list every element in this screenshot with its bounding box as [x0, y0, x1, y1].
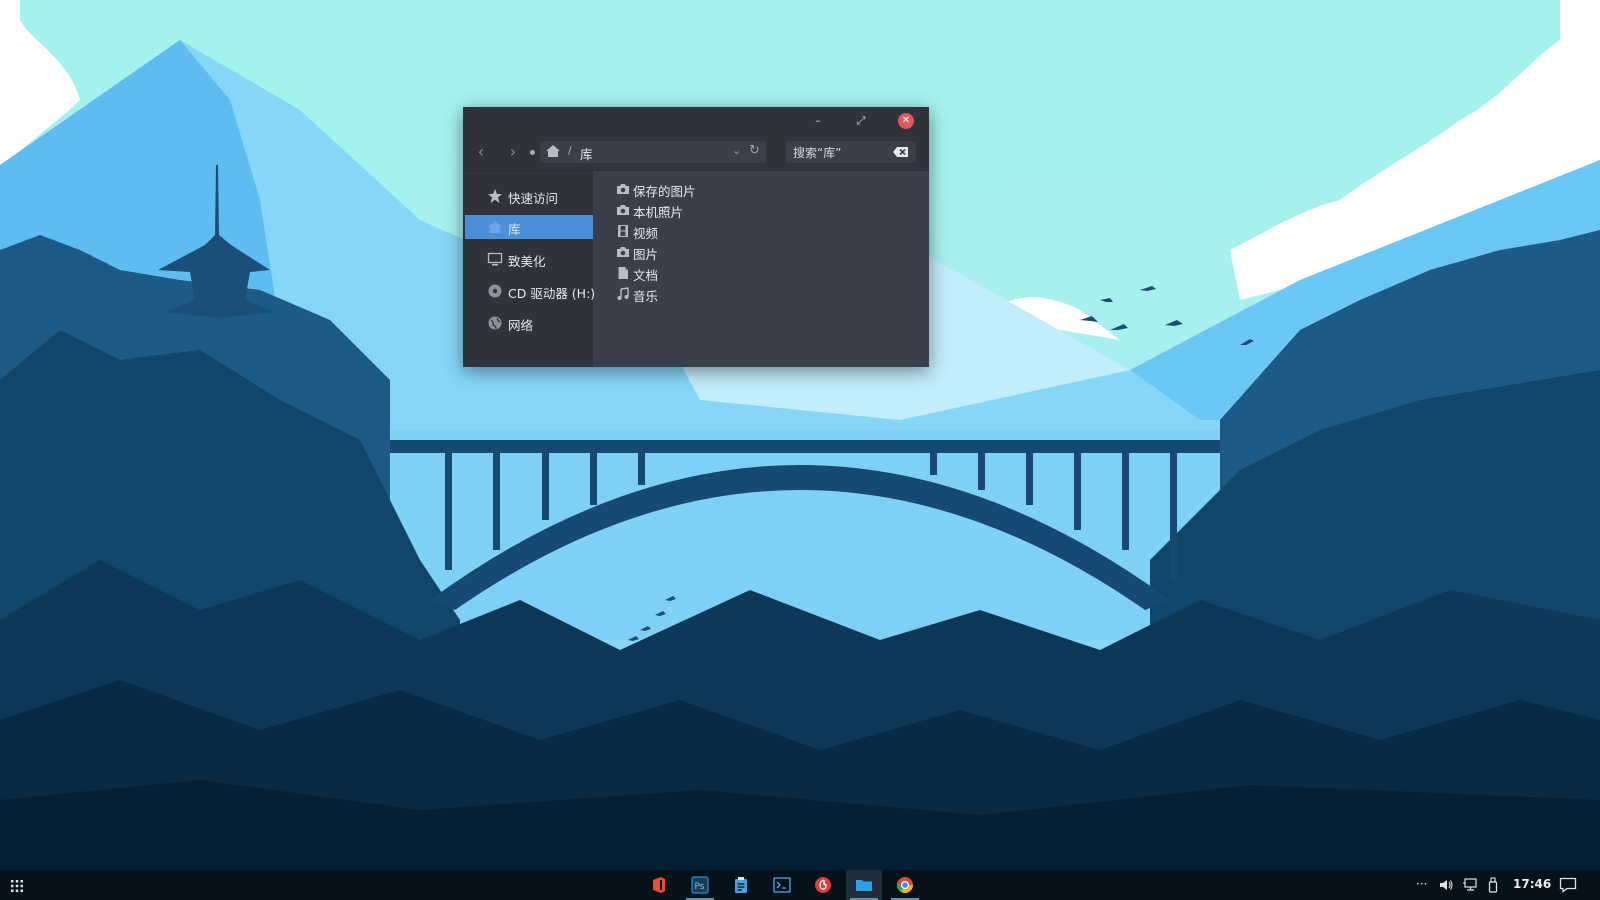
path-separator: /	[568, 144, 572, 157]
terminal-icon	[773, 877, 791, 893]
sidebar-item-cd-drive[interactable]: CD 驱动器 (H:)	[463, 279, 596, 303]
refresh-icon[interactable]: ↻	[749, 143, 760, 158]
office-icon	[653, 877, 665, 893]
title-bar[interactable]: – ⤢ ✕	[463, 107, 929, 136]
sidebar-item-label: 网络	[508, 318, 534, 333]
taskbar-clock[interactable]: 17:46	[1513, 877, 1551, 891]
chrome-icon	[896, 877, 913, 894]
notification-center-icon[interactable]	[1559, 877, 1577, 893]
clipboard-icon	[735, 877, 747, 893]
disc-icon	[487, 283, 503, 299]
file-manager-window: – ⤢ ✕ ‹ › / 库 ⌄ ↻ 搜索“库” 快速访问 库 致美化 CD 驱动…	[463, 107, 929, 367]
volume-icon[interactable]	[1438, 877, 1454, 893]
sidebar-item-network[interactable]: 网络	[463, 311, 593, 335]
sidebar-item-library[interactable]: 库	[465, 215, 593, 239]
tray-overflow-button[interactable]: ···	[1416, 877, 1427, 893]
home-icon[interactable]	[545, 144, 561, 161]
photoshop-icon: Ps	[691, 876, 709, 894]
usb-device-icon[interactable]	[1487, 877, 1499, 893]
file-label: 保存的图片	[633, 184, 696, 199]
taskbar-app-chrome[interactable]	[887, 870, 923, 900]
back-button[interactable]: ‹	[472, 143, 490, 161]
document-icon	[616, 266, 630, 280]
globe-icon	[487, 315, 503, 331]
sidebar-item-label: 库	[508, 222, 521, 237]
file-label: 本机照片	[633, 205, 684, 220]
svg-text:Ps: Ps	[695, 882, 705, 892]
file-label: 视频	[633, 226, 659, 241]
path-segment-library[interactable]: 库	[580, 144, 593, 163]
star-icon	[487, 188, 503, 204]
folder-icon	[856, 880, 872, 891]
file-list: 保存的图片 本机照片 视频 图片 文档 音乐	[594, 171, 929, 367]
close-button[interactable]: ✕	[898, 113, 914, 129]
music-icon	[616, 287, 630, 301]
search-input[interactable]: 搜索“库”	[786, 141, 916, 163]
sidebar-item-label: CD 驱动器 (H:)	[508, 286, 596, 301]
film-icon	[616, 224, 630, 238]
maximize-button[interactable]: ⤢	[853, 113, 869, 129]
taskbar-app-netease-music[interactable]	[805, 870, 841, 900]
breadcrumb-dot-icon	[530, 150, 535, 155]
file-label: 文档	[633, 268, 659, 283]
taskbar-app-photoshop[interactable]: Ps	[682, 870, 718, 900]
camera-icon	[616, 182, 630, 196]
taskbar: Ps ··· 17:46	[0, 870, 1600, 900]
chevron-down-icon[interactable]: ⌄	[732, 144, 741, 157]
minimize-button[interactable]: –	[810, 113, 826, 129]
app-launcher-grid-icon[interactable]	[10, 878, 24, 892]
taskbar-app-file-manager[interactable]	[846, 870, 882, 900]
address-bar[interactable]: / 库 ⌄ ↻	[540, 141, 766, 163]
file-label: 图片	[633, 247, 659, 262]
monitor-icon	[487, 251, 503, 267]
sidebar-item-label: 快速访问	[508, 191, 559, 206]
clear-search-icon[interactable]	[893, 146, 909, 161]
network-icon[interactable]	[1462, 877, 1478, 893]
search-placeholder: 搜索“库”	[793, 146, 842, 160]
sidebar-item-label: 致美化	[508, 254, 546, 269]
camera-icon	[616, 245, 630, 259]
toolbar: ‹ › / 库 ⌄ ↻ 搜索“库”	[463, 136, 929, 171]
sidebar-item-zhimeihua[interactable]: 致美化	[463, 247, 593, 271]
home-icon	[487, 219, 503, 235]
netease-music-icon	[815, 877, 831, 893]
taskbar-app-office[interactable]	[641, 870, 677, 900]
camera-icon	[616, 203, 630, 217]
file-label: 音乐	[633, 289, 659, 304]
forward-button[interactable]: ›	[504, 143, 522, 161]
taskbar-app-clipboard[interactable]	[723, 870, 759, 900]
sidebar-item-quick-access[interactable]: 快速访问	[463, 184, 593, 208]
sidebar: 快速访问 库 致美化 CD 驱动器 (H:) 网络	[463, 171, 596, 367]
taskbar-app-terminal[interactable]	[764, 870, 800, 900]
